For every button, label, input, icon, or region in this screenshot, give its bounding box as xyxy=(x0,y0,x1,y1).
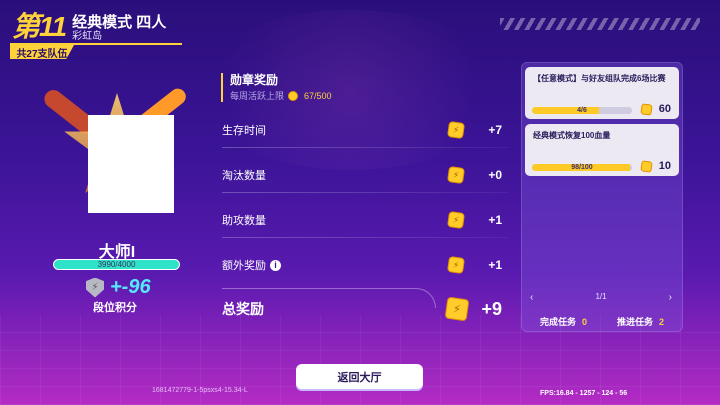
rank-delta-row: ⚡ +-96 xyxy=(86,276,151,299)
row-divider xyxy=(222,192,508,193)
advanced-tasks-value: 2 xyxy=(659,317,665,327)
row-divider xyxy=(222,237,508,238)
medal-reward-header: 勋章奖励 每周活跃上限 67/500 xyxy=(221,73,332,102)
coin-icon: ⚡ xyxy=(444,296,470,322)
coin-icon: ⚡ xyxy=(446,255,466,275)
chevron-left-icon[interactable]: ‹ xyxy=(530,292,533,303)
reward-value: +7 xyxy=(488,123,502,137)
rank-delta-value: +-96 xyxy=(110,276,151,298)
coin-icon: ⚡ xyxy=(446,120,466,140)
decor-stripes xyxy=(500,18,700,30)
task-reward: 10 xyxy=(658,160,671,172)
completed-tasks-label: 完成任务 xyxy=(539,317,576,327)
medal-cap-row: 每周活跃上限 67/500 xyxy=(230,89,332,102)
info-icon[interactable]: i xyxy=(270,259,281,271)
page-indicator: 1/1 xyxy=(595,292,607,301)
task-progress-text: 4/6 xyxy=(577,107,587,114)
result-header: 第11 经典模式 四人 彩虹岛 xyxy=(12,9,166,43)
rank-emblem xyxy=(40,85,190,225)
reward-value: +1 xyxy=(488,213,502,227)
medal-title: 勋章奖励 xyxy=(230,73,279,87)
reward-value: +1 xyxy=(488,258,502,272)
reward-row-bonus: 额外奖励 i ⚡ +1 xyxy=(222,250,508,280)
chevron-right-icon[interactable]: › xyxy=(669,292,672,303)
reward-row-eliminations: 淘汰数量 ⚡ +0 xyxy=(222,160,508,190)
reward-label: 额外奖励 xyxy=(222,260,266,272)
coin-icon: ⚡ xyxy=(446,210,466,230)
completed-tasks: 完成任务 0 xyxy=(540,315,587,328)
coin-icon: ⚡ xyxy=(446,165,466,185)
shield-icon: ⚡ xyxy=(86,277,104,298)
completed-tasks-value: 0 xyxy=(582,317,588,327)
total-value: +9 xyxy=(481,298,502,319)
task-pager: ‹ 1/1 › xyxy=(530,292,672,303)
mode-title: 经典模式 四人 xyxy=(72,14,167,31)
task-card[interactable]: 【任意模式】与好友组队完成6场比赛 4/6 60 xyxy=(525,67,679,119)
emblem-image xyxy=(88,115,174,213)
reward-row-total: 总奖励 ⚡ +9 xyxy=(222,294,508,324)
medal-cap-progress: 67/500 xyxy=(304,90,332,101)
reward-label: 淘汰数量 xyxy=(222,170,266,182)
task-text: 经典模式恢复100血量 xyxy=(533,131,611,140)
reward-row-survival: 生存时间 ⚡ +7 xyxy=(222,115,508,145)
advanced-tasks: 推进任务 2 xyxy=(617,315,664,328)
task-text: 【任意模式】与好友组队完成6场比赛 xyxy=(533,74,666,83)
task-reward: 60 xyxy=(658,103,671,115)
build-id: 1681472779-1-5psxs4-15.34-L xyxy=(152,387,248,394)
return-lobby-button[interactable]: 返回大厅 xyxy=(296,364,423,389)
coin-icon xyxy=(640,160,653,173)
reward-label: 助攻数量 xyxy=(222,215,266,227)
coin-icon xyxy=(288,90,299,101)
fps-readout: FPS:16.84 - 1257 - 124 - 56 xyxy=(540,390,628,397)
coin-icon xyxy=(640,103,653,116)
reward-label: 生存时间 xyxy=(222,125,266,137)
reward-row-assists: 助攻数量 ⚡ +1 xyxy=(222,205,508,235)
rank-progress-text: 3990/4000 xyxy=(97,260,136,269)
header-underline xyxy=(10,43,182,45)
task-progress-text: 98/100 xyxy=(571,164,593,171)
reward-value: +0 xyxy=(488,168,502,182)
rank-score-label: 段位积分 xyxy=(93,302,137,314)
total-label: 总奖励 xyxy=(222,301,264,317)
reward-label-wrap: 额外奖励 i xyxy=(222,257,422,273)
row-divider xyxy=(222,147,508,148)
teams-total-badge: 共27支队伍 xyxy=(10,45,74,59)
task-card[interactable]: 经典模式恢复100血量 98/100 10 xyxy=(525,124,679,176)
advanced-tasks-label: 推进任务 xyxy=(616,317,653,327)
task-summary: 完成任务 0 推进任务 2 xyxy=(525,315,679,328)
placement-number: 第11 xyxy=(12,11,67,42)
medal-cap-label: 每周活跃上限 xyxy=(230,91,285,101)
map-name: 彩虹岛 xyxy=(72,31,103,42)
